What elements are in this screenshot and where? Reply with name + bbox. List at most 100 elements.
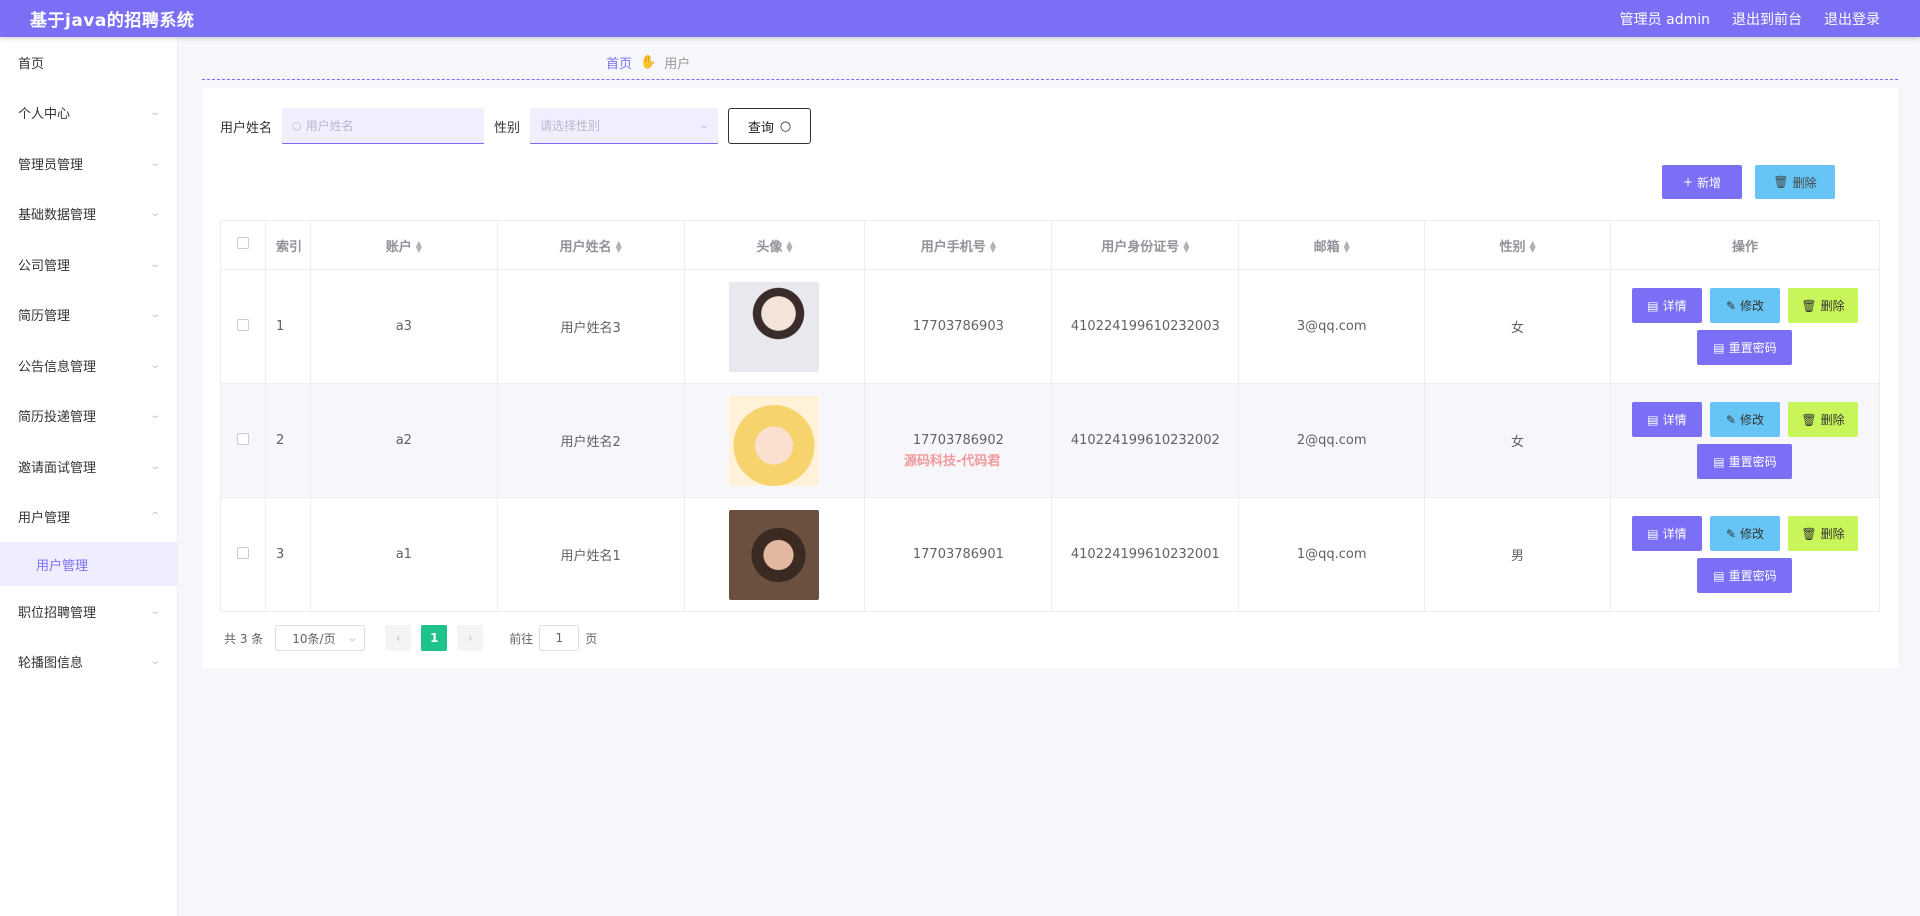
select-all-checkbox[interactable] — [236, 237, 249, 249]
sidebar-item-job-posting[interactable]: 职位招聘管理 ⌄ — [0, 586, 177, 637]
sort-icon[interactable]: ▲ ▼ — [1529, 240, 1535, 254]
divider — [202, 79, 1898, 80]
column-header[interactable]: 用户姓名 ▲ ▼ — [496, 220, 685, 270]
detail-label: 详情 — [1662, 527, 1687, 541]
sidebar-item-interview-invite[interactable]: 邀请面试管理 ⌄ — [0, 441, 177, 492]
name-search-input[interactable]: ○ 用户姓名 — [282, 108, 485, 144]
column-header[interactable]: 邮箱 ▲ ▼ — [1238, 220, 1426, 270]
sidebar-item-label: 公告信息管理 — [18, 359, 97, 375]
sidebar-item-label: 个人中心 — [18, 107, 71, 123]
detail-button[interactable]: ▤ 详情 — [1631, 516, 1702, 551]
select-all-header[interactable] — [220, 220, 266, 270]
gender-select[interactable]: 请选择性别 ⌄ — [530, 108, 719, 144]
pencil-icon: ✎ — [1725, 412, 1736, 427]
reset-password-button[interactable]: ▤ 重置密码 — [1697, 330, 1793, 365]
sidebar-item-carousel[interactable]: 轮播图信息 ⌄ — [0, 637, 177, 688]
sidebar-item-home[interactable]: 首页 — [0, 37, 177, 88]
edit-button[interactable]: ✎ 修改 — [1709, 516, 1780, 551]
add-button[interactable]: + 新增 — [1662, 165, 1742, 199]
sidebar-item-announcement[interactable]: 公告信息管理 ⌄ — [0, 340, 177, 391]
prev-page-button[interactable]: ‹ — [385, 625, 412, 651]
column-header[interactable]: 用户手机号 ▲ ▼ — [864, 220, 1053, 270]
sort-icon[interactable]: ▲ ▼ — [616, 240, 622, 254]
chevron-left-icon: ‹ — [395, 631, 401, 645]
detail-button[interactable]: ▤ 详情 — [1631, 288, 1702, 323]
sidebar-item-resume-delivery[interactable]: 简历投递管理 ⌄ — [0, 391, 177, 442]
detail-label: 详情 — [1662, 299, 1687, 313]
edit-button[interactable]: ✎ 修改 — [1709, 288, 1780, 323]
edit-label: 修改 — [1740, 527, 1765, 541]
goto-page-input[interactable]: 1 — [539, 625, 580, 651]
cell-actions: ▤ 详情 ✎ 修改 🗑 删除 ▤ 重置密码 — [1609, 269, 1881, 384]
sidebar-item-label: 简历管理 — [18, 309, 71, 325]
row-select-cell[interactable] — [220, 497, 266, 612]
sidebar-item-company[interactable]: 公司管理 ⌄ — [0, 239, 177, 290]
edit-label: 修改 — [1740, 413, 1765, 427]
detail-button[interactable]: ▤ 详情 — [1631, 402, 1702, 437]
back-to-front-link[interactable]: 退出到前台 — [1732, 9, 1802, 29]
sidebar-item-personal-center[interactable]: 个人中心 ⌄ — [0, 88, 177, 139]
edit-button[interactable]: ✎ 修改 — [1709, 402, 1780, 437]
column-header[interactable]: 头像 ▲ ▼ — [683, 220, 866, 270]
search-form: 用户姓名 ○ 用户姓名 性别 请选择性别 ⌄ 查询 ○ — [220, 108, 812, 144]
query-button[interactable]: 查询 ○ — [728, 108, 812, 144]
column-header[interactable]: 用户身份证号 ▲ ▼ — [1051, 220, 1240, 270]
sidebar-item-label: 轮播图信息 — [18, 656, 84, 672]
sidebar-item-admin-management[interactable]: 管理员管理 ⌄ — [0, 138, 177, 189]
next-page-button[interactable]: › — [457, 625, 484, 651]
delete-button[interactable]: 🗑 删除 — [1787, 288, 1858, 323]
detail-label: 详情 — [1662, 413, 1687, 427]
reset-password-button[interactable]: ▤ 重置密码 — [1697, 558, 1793, 593]
document-icon: ▤ — [1713, 568, 1725, 583]
cell-gender: 男 — [1424, 497, 1611, 612]
sidebar: 首页 个人中心 ⌄ 管理员管理 ⌄ 基础数据管理 ⌄ 公司管理 ⌄ 简历管理 ⌄ 公告信息… — [0, 37, 178, 916]
goto-suffix: 页 — [585, 631, 598, 646]
sidebar-item-user-management[interactable]: 用户管理 ⌃ — [0, 492, 177, 543]
column-header: 操作 — [1609, 220, 1881, 270]
cell-email: 2@qq.com — [1238, 383, 1426, 498]
sort-icon[interactable]: ▲ ▼ — [990, 240, 996, 254]
column-header-label: 用户身份证号 — [1101, 239, 1180, 255]
sort-icon[interactable]: ▲ ▼ — [1183, 240, 1189, 254]
document-icon: ▤ — [1713, 454, 1725, 469]
row-select-cell[interactable] — [220, 269, 266, 384]
cell-actions: ▤ 详情 ✎ 修改 🗑 删除 ▤ 重置密码 — [1609, 497, 1881, 612]
sidebar-subitem-user-management[interactable]: 用户管理 — [0, 542, 177, 586]
top-bar: 基于java的招聘系统 管理员 admin 退出到前台 退出登录 — [0, 0, 1920, 37]
row-checkbox[interactable] — [236, 432, 249, 445]
page-number[interactable]: 1 — [421, 625, 448, 651]
sidebar-item-label: 首页 — [18, 56, 45, 72]
sidebar-item-basic-data[interactable]: 基础数据管理 ⌄ — [0, 189, 177, 240]
column-header[interactable]: 账户 ▲ ▼ — [309, 220, 498, 270]
top-actions: 管理员 admin 退出到前台 退出登录 — [1620, 9, 1920, 29]
batch-delete-button[interactable]: 🗑 删除 — [1755, 165, 1835, 199]
column-header-label: 邮箱 — [1313, 239, 1340, 255]
chevron-down-icon: ⌄ — [148, 107, 161, 119]
gender-placeholder: 请选择性别 — [540, 119, 601, 133]
row-checkbox[interactable] — [236, 546, 249, 559]
logout-link[interactable]: 退出登录 — [1824, 9, 1880, 29]
row-select-cell[interactable] — [220, 383, 266, 498]
breadcrumb: 首页 ✋ 用户 — [606, 53, 690, 72]
app-title: 基于java的招聘系统 — [30, 11, 195, 31]
sidebar-item-resume[interactable]: 简历管理 ⌄ — [0, 290, 177, 341]
delete-button[interactable]: 🗑 删除 — [1787, 516, 1858, 551]
table-row: 1 a3 用户姓名3 17703786903 41022419961023200… — [220, 269, 1881, 384]
breadcrumb-home[interactable]: 首页 — [606, 53, 632, 72]
reset-password-button[interactable]: ▤ 重置密码 — [1697, 444, 1793, 479]
sort-icon[interactable]: ▲ ▼ — [786, 240, 792, 254]
name-label: 用户姓名 — [220, 120, 273, 136]
chevron-down-icon: ⌄ — [148, 258, 161, 270]
admin-label: 管理员 admin — [1619, 11, 1710, 28]
cell-name: 用户姓名3 — [496, 269, 685, 384]
sort-icon[interactable]: ▲ ▼ — [416, 240, 422, 254]
table-header-row: 索引 账户 ▲ ▼ 用户姓名 ▲ ▼ 头像 ▲ ▼ 用户手机号 ▲ ▼ 用户身份证号 ▲ ▼ 邮箱 ▲… — [220, 220, 1881, 270]
row-checkbox[interactable] — [236, 318, 249, 331]
delete-button[interactable]: 🗑 删除 — [1787, 402, 1858, 437]
column-header[interactable]: 性别 ▲ ▼ — [1424, 220, 1611, 270]
page-size-select[interactable]: 10条/页 ⌄ — [275, 625, 366, 651]
cell-gender: 女 — [1424, 383, 1611, 498]
cell-email: 1@qq.com — [1238, 497, 1426, 612]
cell-index: 1 — [264, 269, 311, 384]
sort-icon[interactable]: ▲ ▼ — [1344, 240, 1350, 254]
